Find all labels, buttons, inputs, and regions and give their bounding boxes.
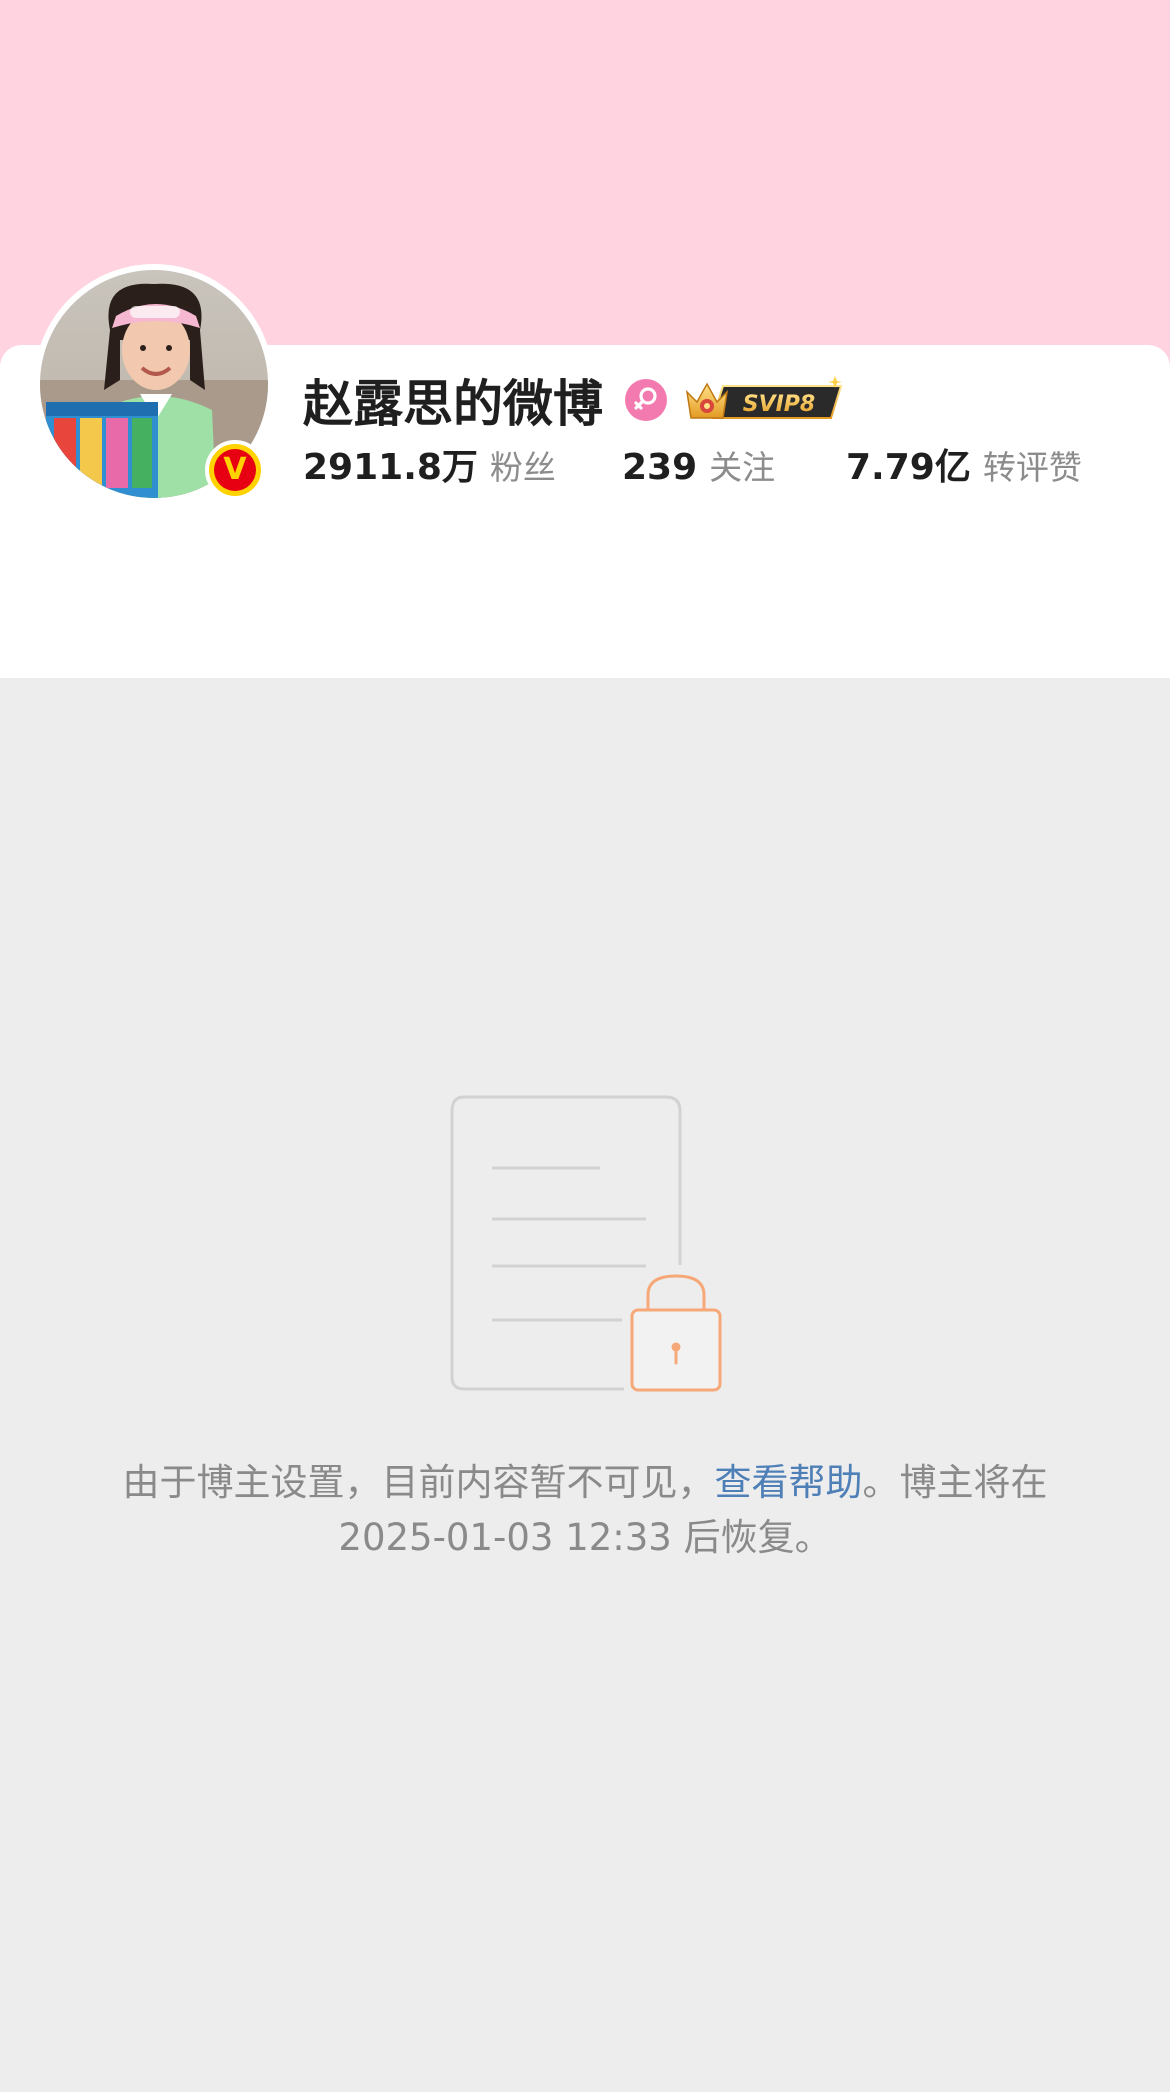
female-icon — [625, 379, 667, 421]
locked-document-icon — [448, 1095, 728, 1395]
stat-following-value: 239 — [622, 447, 698, 488]
stat-followers[interactable]: 2911.8万 粉丝 — [303, 443, 556, 499]
svip-badge[interactable]: SVIP8 — [683, 374, 847, 426]
verified-badge: V — [205, 440, 265, 500]
stat-following[interactable]: 239 关注 — [622, 443, 775, 499]
stat-interactions-label: 转评赞 — [982, 448, 1082, 487]
profile-name-row: 赵露思的微博 SVIP8 — [303, 368, 847, 433]
verified-v-icon: V — [214, 449, 256, 491]
stat-interactions[interactable]: 7.79亿 转评赞 — [846, 443, 1082, 499]
stat-followers-value: 2911.8万 — [303, 447, 478, 488]
profile-page: V 赵露思的微博 SVIP8 2911.8万 粉丝 239 关注 7.79亿 转… — [0, 0, 1170, 2092]
stat-interactions-value: 7.79亿 — [846, 447, 971, 488]
notice-text: 由于博主设置，目前内容暂不可见， — [122, 1461, 715, 1504]
privacy-notice: 由于博主设置，目前内容暂不可见，查看帮助。博主将在 2025-01-03 12:… — [110, 1455, 1060, 1565]
svip-badge-label: SVIP8 — [743, 392, 816, 417]
view-help-link[interactable]: 查看帮助 — [715, 1461, 863, 1504]
profile-name: 赵露思的微博 — [303, 375, 603, 433]
stat-following-label: 关注 — [709, 448, 776, 487]
stat-followers-label: 粉丝 — [489, 448, 556, 487]
